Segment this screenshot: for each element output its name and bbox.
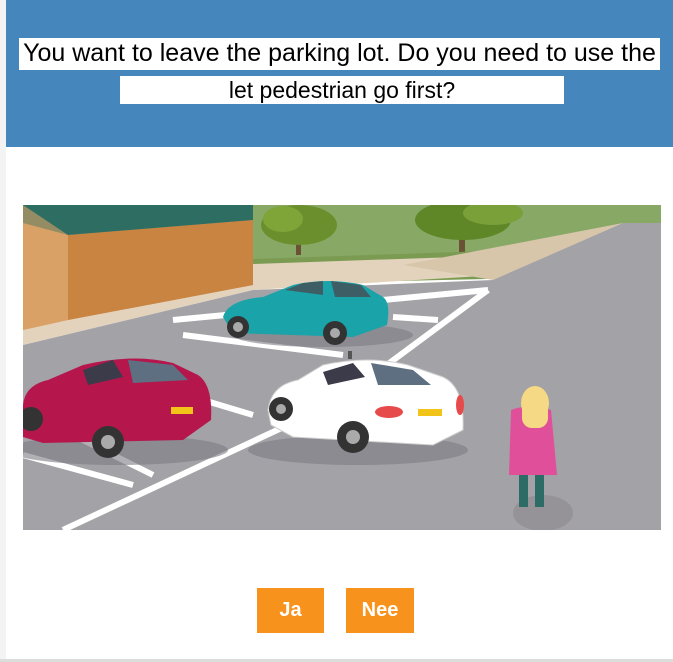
question-text-line-2: let pedestrian go first?	[120, 76, 564, 104]
parking-lot-illustration	[23, 205, 661, 530]
answer-no-button[interactable]: Nee	[346, 588, 414, 633]
question-header	[6, 0, 673, 147]
quiz-screen: You want to leave the parking lot. Do yo…	[0, 0, 673, 662]
answer-yes-button[interactable]: Ja	[257, 588, 324, 633]
question-text-line-1: You want to leave the parking lot. Do yo…	[19, 38, 660, 70]
